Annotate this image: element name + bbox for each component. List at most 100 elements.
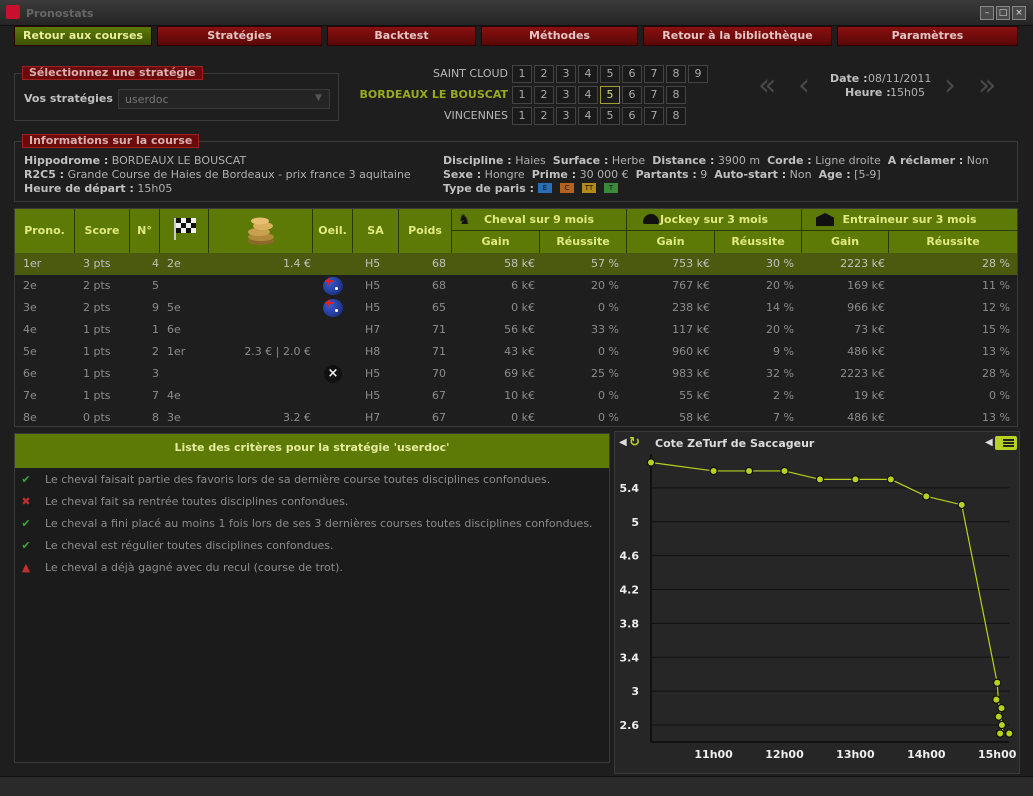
criteria-item: ✔ Le cheval est régulier toutes disciplin…: [19, 537, 333, 555]
runners-table: Prono. Score N° Oeil. SA Poids ♞ Cheval …: [14, 208, 1018, 427]
col-last-result[interactable]: [160, 209, 209, 253]
race-number-button[interactable]: 1: [512, 65, 532, 83]
race-number-button[interactable]: 3: [556, 86, 576, 104]
race-number-button[interactable]: 4: [578, 86, 598, 104]
col-score[interactable]: Score: [75, 209, 130, 253]
cell-jr: 32 %: [766, 367, 794, 380]
race-number-button[interactable]: 1: [512, 86, 532, 104]
race-number-button[interactable]: 2: [534, 107, 554, 125]
col-trainer-gain[interactable]: Gain: [802, 231, 889, 253]
cell-prono: 5e: [23, 345, 37, 358]
cell-jr: 14 %: [766, 301, 794, 314]
race-code-label: R2C5 :: [24, 168, 65, 181]
race-number-button[interactable]: 1: [512, 107, 532, 125]
cell-eg: 966 k€: [847, 301, 885, 314]
autostart-value: Non: [789, 168, 812, 181]
cell-poids: 68: [432, 257, 446, 270]
race-number-button[interactable]: 8: [666, 107, 686, 125]
race-number-button[interactable]: 8: [666, 65, 686, 83]
race-number-button[interactable]: 3: [556, 107, 576, 125]
cell-eg: 486 k€: [847, 345, 885, 358]
cell-sa: H5: [365, 301, 381, 314]
odds-point: [997, 703, 1006, 713]
race-number-button[interactable]: 6: [622, 65, 642, 83]
table-row[interactable]: 8e 0 pts 8 3e 3.2 € H7 67 0 k€ 0 % 58 k€ 7 % 486 k€…: [15, 407, 1017, 429]
col-odds[interactable]: [209, 209, 313, 253]
cell-num: 5: [152, 279, 159, 292]
cell-cg: 58 k€: [504, 257, 535, 270]
cell-cote: 3.2 €: [283, 411, 311, 424]
race-number-button[interactable]: 7: [644, 86, 664, 104]
meeting-name[interactable]: SAINT CLOUD: [328, 67, 508, 80]
cell-score: 2 pts: [83, 279, 111, 292]
methods-button[interactable]: Méthodes: [481, 26, 638, 46]
table-row[interactable]: 5e 1 pts 2 1er 2.3 € | 2.0 € H8 71 43 k€ 0 % 960 …: [15, 341, 1017, 363]
first-day-icon[interactable]: «: [758, 70, 776, 102]
close-button[interactable]: ×: [1012, 6, 1026, 20]
date-value: 08/11/2011: [868, 72, 932, 85]
back-to-library-button[interactable]: Retour à la bibliothèque: [643, 26, 832, 46]
col-jockey-success[interactable]: Réussite: [715, 231, 802, 253]
col-poids[interactable]: Poids: [399, 209, 452, 253]
odds-point: [995, 729, 1005, 738]
app-icon: [6, 5, 20, 19]
criteria-title: Liste des critères pour la stratégie 'us…: [15, 434, 609, 468]
maximize-button[interactable]: □: [996, 6, 1010, 20]
start-value: 15h05: [137, 182, 173, 195]
settings-button[interactable]: Paramètres: [837, 26, 1018, 46]
col-prono[interactable]: Prono.: [15, 209, 75, 253]
col-number[interactable]: N°: [130, 209, 160, 253]
table-row[interactable]: 6e 1 pts 3 H5 70 69 k€ 25 % 983 k€ 32 % 2223 k€ 28…: [15, 363, 1017, 385]
race-number-button[interactable]: 4: [578, 107, 598, 125]
col-oeil[interactable]: Oeil.: [313, 209, 353, 253]
odds-point: [709, 466, 718, 476]
table-row[interactable]: 2e 2 pts 5 H5 68 6 k€ 20 % 767 k€ 20 % 169 k€ 11 %: [15, 275, 1017, 297]
race-number-button[interactable]: 2: [534, 65, 554, 83]
race-number-button[interactable]: 7: [644, 107, 664, 125]
meetings-panel: SAINT CLOUD 1 2 3 4 5 6 7 8 9 BORDEAUX LE BOUSCAT 1…: [340, 64, 720, 128]
col-jockey-gain[interactable]: Gain: [627, 231, 715, 253]
race-number-button[interactable]: 5: [600, 65, 620, 83]
race-number-button[interactable]: 5: [600, 86, 620, 104]
strategy-select[interactable]: userdoc ▼: [118, 89, 330, 109]
odds-point: [744, 466, 754, 476]
cell-prono: 1er: [23, 257, 42, 270]
col-horse-success[interactable]: Réussite: [540, 231, 627, 253]
sexe-value: Hongre: [484, 168, 525, 181]
meeting-name[interactable]: VINCENNES: [328, 109, 508, 122]
col-trainer-success[interactable]: Réussite: [889, 231, 1017, 253]
cell-er: 13 %: [982, 345, 1010, 358]
meeting-name[interactable]: BORDEAUX LE BOUSCAT: [328, 88, 508, 101]
table-row[interactable]: 7e 1 pts 7 4e H5 67 10 k€ 0 % 55 k€ 2 % 19 k€ 0 %: [15, 385, 1017, 407]
race-number-button[interactable]: 5: [600, 107, 620, 125]
race-number-button[interactable]: 8: [666, 86, 686, 104]
last-day-icon[interactable]: »: [978, 70, 996, 102]
cell-poids: 70: [432, 367, 446, 380]
hippodrome-value: BORDEAUX LE BOUSCAT: [111, 154, 247, 167]
race-number-button[interactable]: 6: [622, 107, 642, 125]
cell-cg: 56 k€: [504, 323, 535, 336]
race-number-button[interactable]: 6: [622, 86, 642, 104]
minimize-button[interactable]: –: [980, 6, 994, 20]
table-row[interactable]: 1er 3 pts 4 2e 1.4 € H5 68 58 k€ 57 % 753 k€ 30 % 2…: [15, 253, 1017, 275]
race-number-button[interactable]: 9: [688, 65, 708, 83]
cell-cg: 10 k€: [504, 389, 535, 402]
cell-last: [167, 363, 207, 385]
race-number-button[interactable]: 7: [644, 65, 664, 83]
next-day-icon[interactable]: ›: [944, 70, 956, 102]
previous-day-icon[interactable]: ‹: [798, 70, 810, 102]
table-row[interactable]: 4e 1 pts 1 6e H7 71 56 k€ 33 % 117 k€ 20 % 73 k€ 15…: [15, 319, 1017, 341]
backtest-button[interactable]: Backtest: [327, 26, 476, 46]
bet-type-badge: TT: [582, 183, 596, 193]
cell-cote: 2.3 € | 2.0 €: [244, 345, 311, 358]
race-number-button[interactable]: 3: [556, 65, 576, 83]
hippodrome-label: Hippodrome :: [24, 154, 109, 167]
col-sa[interactable]: SA: [353, 209, 399, 253]
col-horse-gain[interactable]: Gain: [452, 231, 540, 253]
race-number-button[interactable]: 4: [578, 65, 598, 83]
table-row[interactable]: 3e 2 pts 9 5e H5 65 0 k€ 0 % 238 k€ 14 % 966 k€ 12 …: [15, 297, 1017, 319]
strategies-button[interactable]: Stratégies: [157, 26, 322, 46]
back-to-races-button[interactable]: Retour aux courses: [14, 26, 152, 46]
race-number-button[interactable]: 2: [534, 86, 554, 104]
cell-er: 28 %: [982, 257, 1010, 270]
